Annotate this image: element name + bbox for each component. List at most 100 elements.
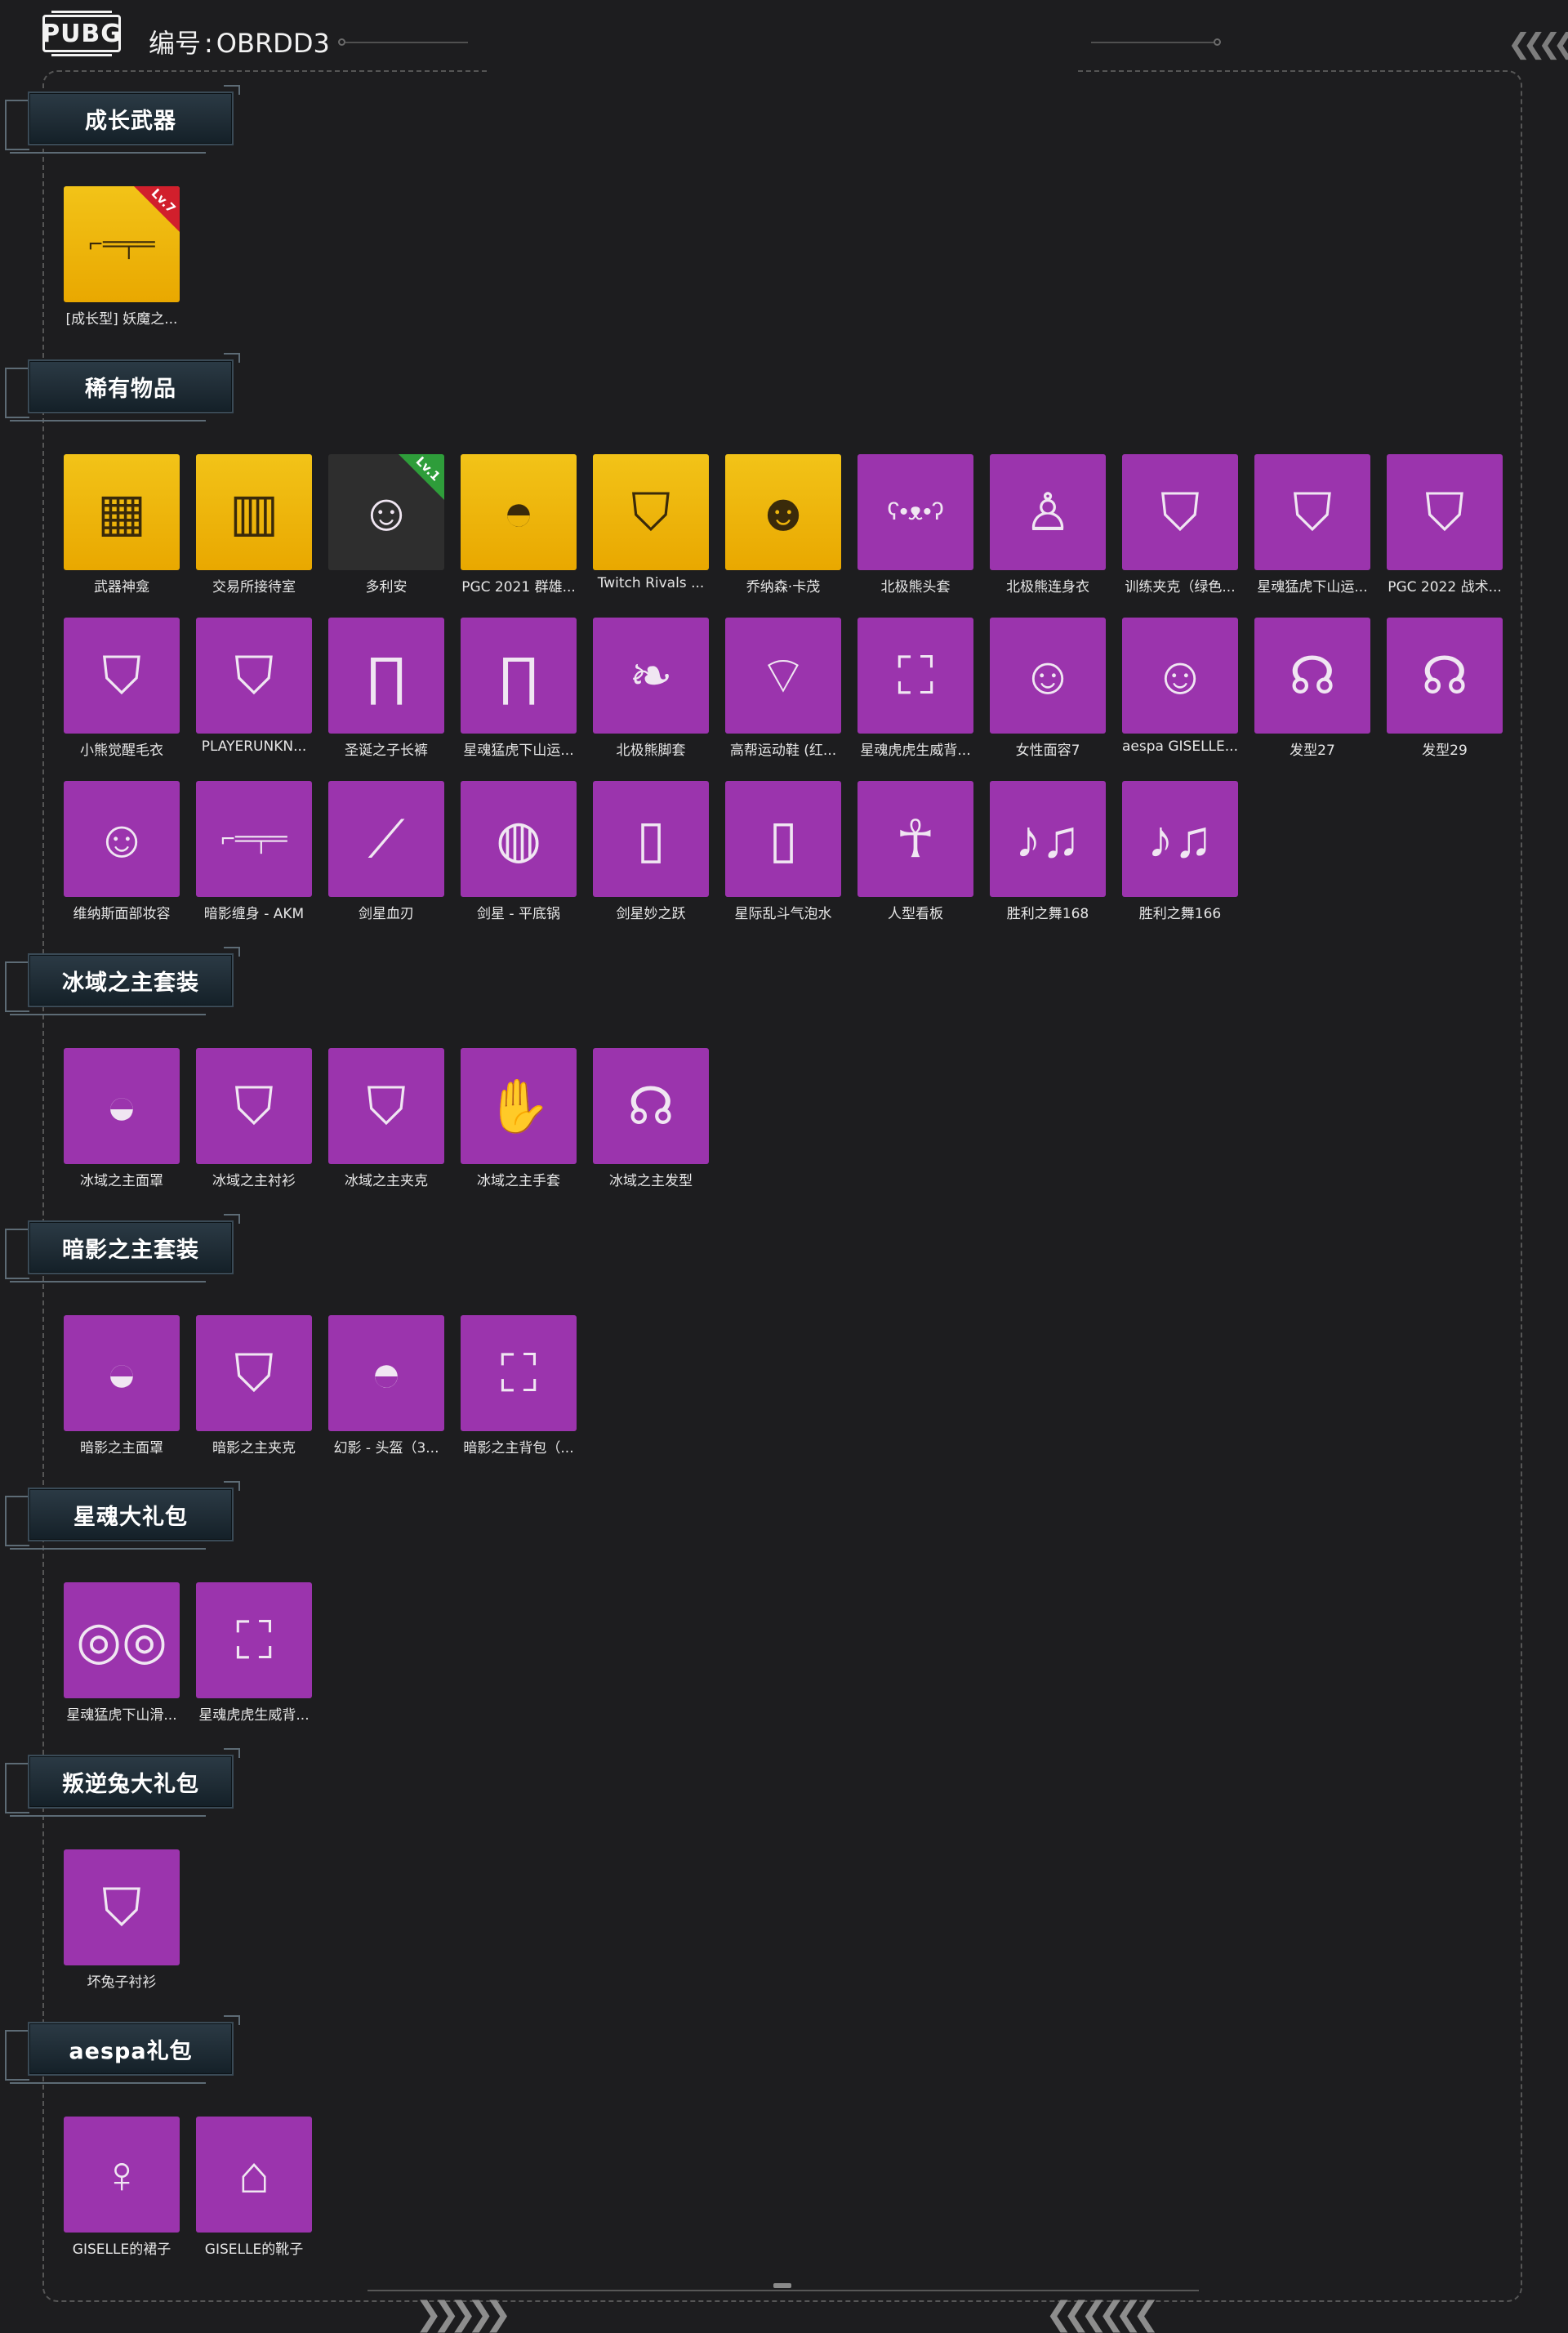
item-tile[interactable]: ⛉ (1254, 454, 1370, 570)
item-tile[interactable]: ⛉ (1122, 454, 1238, 570)
inventory-item[interactable]: ⛉ 星魂猛虎下山运... (1254, 454, 1370, 596)
item-tile[interactable]: ♀ (64, 2117, 180, 2233)
item-tile[interactable]: ☺ (64, 781, 180, 897)
inventory-item[interactable]: ♪♫ 胜利之舞168 (990, 781, 1106, 922)
item-tile[interactable]: ☊ (1387, 618, 1503, 734)
inventory-item[interactable]: ⛶ 星魂虎虎生威背... (196, 1582, 312, 1724)
inventory-item[interactable]: ☊ 冰域之主发型 (593, 1048, 709, 1189)
item-tile[interactable]: ⌂ (196, 2117, 312, 2233)
item-tile[interactable]: ♪♫ (1122, 781, 1238, 897)
inventory-item[interactable]: ⛉ 冰域之主衬衫 (196, 1048, 312, 1189)
inventory-item[interactable]: ◓ 幻影 - 头盔（3... (328, 1315, 444, 1456)
item-tile[interactable]: ❧ (593, 618, 709, 734)
item-tile[interactable]: ◒ (64, 1048, 180, 1164)
inventory-item[interactable]: ⛉ PGC 2022 战术... (1387, 454, 1503, 596)
inventory-item[interactable]: ◍ 剑星 - 平底锅 (461, 781, 577, 922)
item-tile[interactable]: ⛉ (328, 1048, 444, 1164)
item-tile[interactable]: ☺ Lv.1 (328, 454, 444, 570)
inventory-item[interactable]: ☺ Lv.1 多利安 (328, 454, 444, 596)
inventory-item[interactable]: ⛶ 暗影之主背包（... (461, 1315, 577, 1456)
inventory-item[interactable]: ⛉ 训练夹克（绿色... (1122, 454, 1238, 596)
inventory-item[interactable]: ☻ 乔纳森·卡茂 (725, 454, 841, 596)
item-tile[interactable]: ◒ (64, 1315, 180, 1431)
inventory-item[interactable]: ⌔ 高帮运动鞋 (红... (725, 618, 841, 759)
item-tile[interactable]: ▯ (593, 781, 709, 897)
item-tile[interactable]: ▦ (64, 454, 180, 570)
section-bracket (5, 961, 29, 1012)
sweater-icon: ⛉ (102, 645, 141, 705)
inventory-item[interactable]: ⌐═╤═ Lv.7 [成长型] 妖魔之... (64, 186, 180, 328)
chevrons-right-icon: ❯❯ ❯❯❯ (415, 2296, 512, 2332)
inventory-item[interactable]: ⛉ 坏兔子衬衫 (64, 1849, 180, 1991)
item-tile[interactable]: ⛉ (1387, 454, 1503, 570)
inventory-item[interactable]: ⛉ Twitch Rivals ... (593, 454, 709, 593)
inventory-item[interactable]: ⛉ 冰域之主夹克 (328, 1048, 444, 1189)
item-tile[interactable]: ⛶ (858, 618, 973, 734)
item-tile[interactable]: ⛉ (593, 454, 709, 570)
item-tile[interactable]: ☺ (990, 618, 1106, 734)
inventory-item[interactable]: ⛉ PLAYERUNKN... (196, 618, 312, 756)
jacket-icon: ⛉ (631, 482, 670, 542)
item-tile[interactable]: ♙ (990, 454, 1106, 570)
item-tile[interactable]: ◓ (461, 454, 577, 570)
item-tile[interactable]: ⛶ (461, 1315, 577, 1431)
item-tile[interactable]: ⌐═╤═ (196, 781, 312, 897)
inventory-item[interactable]: ▯ 剑星妙之跃 (593, 781, 709, 922)
inventory-item[interactable]: ∏ 圣诞之子长裤 (328, 618, 444, 759)
inventory-item[interactable]: ✋ 冰域之主手套 (461, 1048, 577, 1189)
item-tile[interactable]: ⛉ (196, 1315, 312, 1431)
inventory-item[interactable]: ☺ 维纳斯面部妆容 (64, 781, 180, 922)
inventory-item[interactable]: ♪♫ 胜利之舞166 (1122, 781, 1238, 922)
inventory-item[interactable]: ❧ 北极熊脚套 (593, 618, 709, 759)
inventory-item[interactable]: ⌂ GISELLE的靴子 (196, 2117, 312, 2258)
item-tile[interactable]: ♪♫ (990, 781, 1106, 897)
inventory-item[interactable]: ⛶ 星魂虎虎生威背... (858, 618, 973, 759)
inventory-item[interactable]: ♙ 北极熊连身衣 (990, 454, 1106, 596)
inventory-item[interactable]: ☊ 发型27 (1254, 618, 1370, 759)
item-tile[interactable]: ▯ (725, 781, 841, 897)
inventory-item[interactable]: ⟋ 剑星血刃 (328, 781, 444, 922)
inventory-item[interactable]: ♀ GISELLE的裙子 (64, 2117, 180, 2258)
item-tile[interactable]: ⛉ (196, 1048, 312, 1164)
item-tile[interactable]: ⛶ (196, 1582, 312, 1698)
item-tile[interactable]: ☥ (858, 781, 973, 897)
inventory-item[interactable]: ◒ 暗影之主面罩 (64, 1315, 180, 1456)
inventory-item[interactable]: ◎◎ 星魂猛虎下山滑... (64, 1582, 180, 1724)
inventory-item[interactable]: ☥ 人型看板 (858, 781, 973, 922)
item-tile[interactable]: ☊ (593, 1048, 709, 1164)
inventory-item[interactable]: ☺ aespa GISELLE... (1122, 618, 1238, 756)
item-tile[interactable]: ∏ (328, 618, 444, 734)
item-tile[interactable]: ⛉ (196, 618, 312, 734)
item-tile[interactable]: ◎◎ (64, 1582, 180, 1698)
section-header: 稀有物品 (5, 353, 240, 422)
coat-icon: ⛉ (234, 1343, 274, 1403)
inventory-item[interactable]: ⛉ 暗影之主夹克 (196, 1315, 312, 1456)
inventory-item[interactable]: ◒ 冰域之主面罩 (64, 1048, 180, 1189)
inventory-item[interactable]: ∏ 星魂猛虎下山运... (461, 618, 577, 759)
inventory-item[interactable]: ▯ 星际乱斗气泡水 (725, 781, 841, 922)
item-tile[interactable]: ◍ (461, 781, 577, 897)
inventory-item[interactable]: ⛉ 小熊觉醒毛衣 (64, 618, 180, 759)
item-tile[interactable]: ▥ (196, 454, 312, 570)
inventory-item[interactable]: ▥ 交易所接待室 (196, 454, 312, 596)
inventory-item[interactable]: ⌐═╤═ 暗影缠身 - AKM (196, 781, 312, 922)
inventory-item[interactable]: ☺ 女性面容7 (990, 618, 1106, 759)
inventory-item[interactable]: ▦ 武器神龛 (64, 454, 180, 596)
item-tile[interactable]: ⛉ (64, 618, 180, 734)
inventory-item[interactable]: ☊ 发型29 (1387, 618, 1503, 759)
item-tile[interactable]: ⌔ (725, 618, 841, 734)
item-tile[interactable]: ∏ (461, 618, 577, 734)
item-tile[interactable]: ⛉ (64, 1849, 180, 1965)
item-tile[interactable]: ⟋ (328, 781, 444, 897)
item-tile[interactable]: ☻ (725, 454, 841, 570)
item-tile[interactable]: ☊ (1254, 618, 1370, 734)
item-tile[interactable]: ✋ (461, 1048, 577, 1164)
item-label: 胜利之舞166 (1138, 906, 1222, 922)
item-tile[interactable]: ʕ•ᴥ•ʔ (858, 454, 973, 570)
item-tile[interactable]: ⌐═╤═ Lv.7 (64, 186, 180, 302)
item-tile[interactable]: ☺ (1122, 618, 1238, 734)
item-tile[interactable]: ◓ (328, 1315, 444, 1431)
inventory-item[interactable]: ʕ•ᴥ•ʔ 北极熊头套 (858, 454, 973, 596)
tiger-backpack-icon: ⛶ (897, 645, 934, 705)
inventory-item[interactable]: ◓ PGC 2021 群雄... (461, 454, 577, 596)
